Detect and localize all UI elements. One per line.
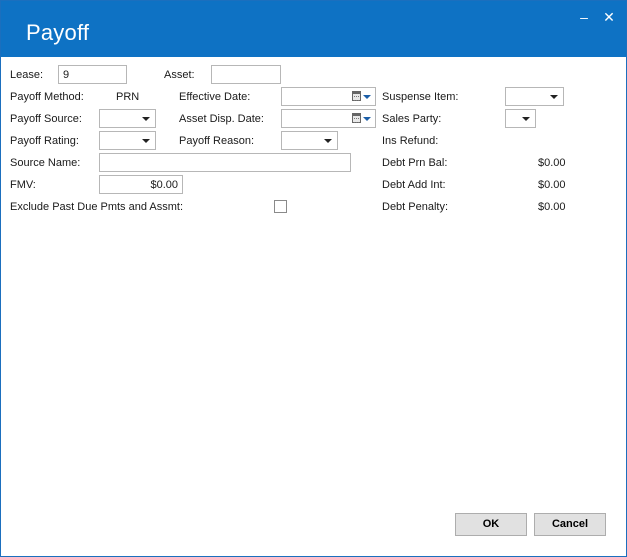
effective-date-picker[interactable] bbox=[281, 87, 376, 106]
payoff-source-label: Payoff Source: bbox=[10, 113, 82, 125]
lease-input[interactable] bbox=[58, 65, 127, 84]
calendar-icon[interactable] bbox=[352, 91, 361, 101]
source-name-label: Source Name: bbox=[10, 157, 81, 169]
asset-disp-date-picker[interactable] bbox=[281, 109, 376, 128]
chevron-down-icon[interactable] bbox=[363, 95, 371, 99]
asset-disp-date-label: Asset Disp. Date: bbox=[179, 113, 264, 125]
debt-prn-bal-label: Debt Prn Bal: bbox=[382, 157, 448, 169]
payoff-reason-select[interactable] bbox=[281, 131, 338, 150]
fmv-input[interactable] bbox=[99, 175, 183, 194]
fmv-label: FMV: bbox=[10, 179, 36, 191]
close-icon[interactable]: ✕ bbox=[599, 7, 619, 27]
chevron-down-icon[interactable] bbox=[363, 117, 371, 121]
effective-date-label: Effective Date: bbox=[179, 91, 251, 103]
minimize-icon[interactable]: – bbox=[574, 7, 594, 27]
payoff-source-select[interactable] bbox=[99, 109, 156, 128]
debt-prn-bal-value: $0.00 bbox=[538, 157, 566, 169]
title-bar[interactable]: Payoff – ✕ bbox=[1, 1, 626, 57]
exclude-past-due-checkbox[interactable] bbox=[274, 200, 287, 213]
asset-input[interactable] bbox=[211, 65, 281, 84]
payoff-rating-select[interactable] bbox=[99, 131, 156, 150]
lease-label: Lease: bbox=[10, 69, 44, 81]
source-name-input[interactable] bbox=[99, 153, 351, 172]
asset-label: Asset: bbox=[164, 69, 195, 81]
payoff-dialog: Payoff – ✕ Lease: Asset: Payoff Method: … bbox=[0, 0, 627, 557]
exclude-past-due-label: Exclude Past Due Pmts and Assmt: bbox=[10, 201, 184, 213]
ins-refund-label: Ins Refund: bbox=[382, 135, 439, 147]
sales-party-select[interactable] bbox=[505, 109, 536, 128]
chevron-down-icon[interactable] bbox=[142, 117, 150, 121]
cancel-button[interactable]: Cancel bbox=[534, 513, 606, 536]
suspense-item-select[interactable] bbox=[505, 87, 564, 106]
dialog-title: Payoff bbox=[26, 20, 90, 45]
payoff-rating-label: Payoff Rating: bbox=[10, 135, 79, 147]
debt-add-int-value: $0.00 bbox=[538, 179, 566, 191]
chevron-down-icon[interactable] bbox=[142, 139, 150, 143]
debt-penalty-label: Debt Penalty: bbox=[382, 201, 449, 213]
payoff-method-label: Payoff Method: bbox=[10, 91, 84, 103]
chevron-down-icon[interactable] bbox=[550, 95, 558, 99]
calendar-icon[interactable] bbox=[352, 113, 361, 123]
sales-party-label: Sales Party: bbox=[382, 113, 442, 125]
chevron-down-icon[interactable] bbox=[324, 139, 332, 143]
debt-add-int-label: Debt Add Int: bbox=[382, 179, 446, 191]
suspense-item-label: Suspense Item: bbox=[382, 91, 459, 103]
debt-penalty-value: $0.00 bbox=[538, 201, 566, 213]
chevron-down-icon[interactable] bbox=[522, 117, 530, 121]
payoff-reason-label: Payoff Reason: bbox=[179, 135, 255, 147]
payoff-method-value: PRN bbox=[116, 91, 140, 103]
ok-button[interactable]: OK bbox=[455, 513, 527, 536]
